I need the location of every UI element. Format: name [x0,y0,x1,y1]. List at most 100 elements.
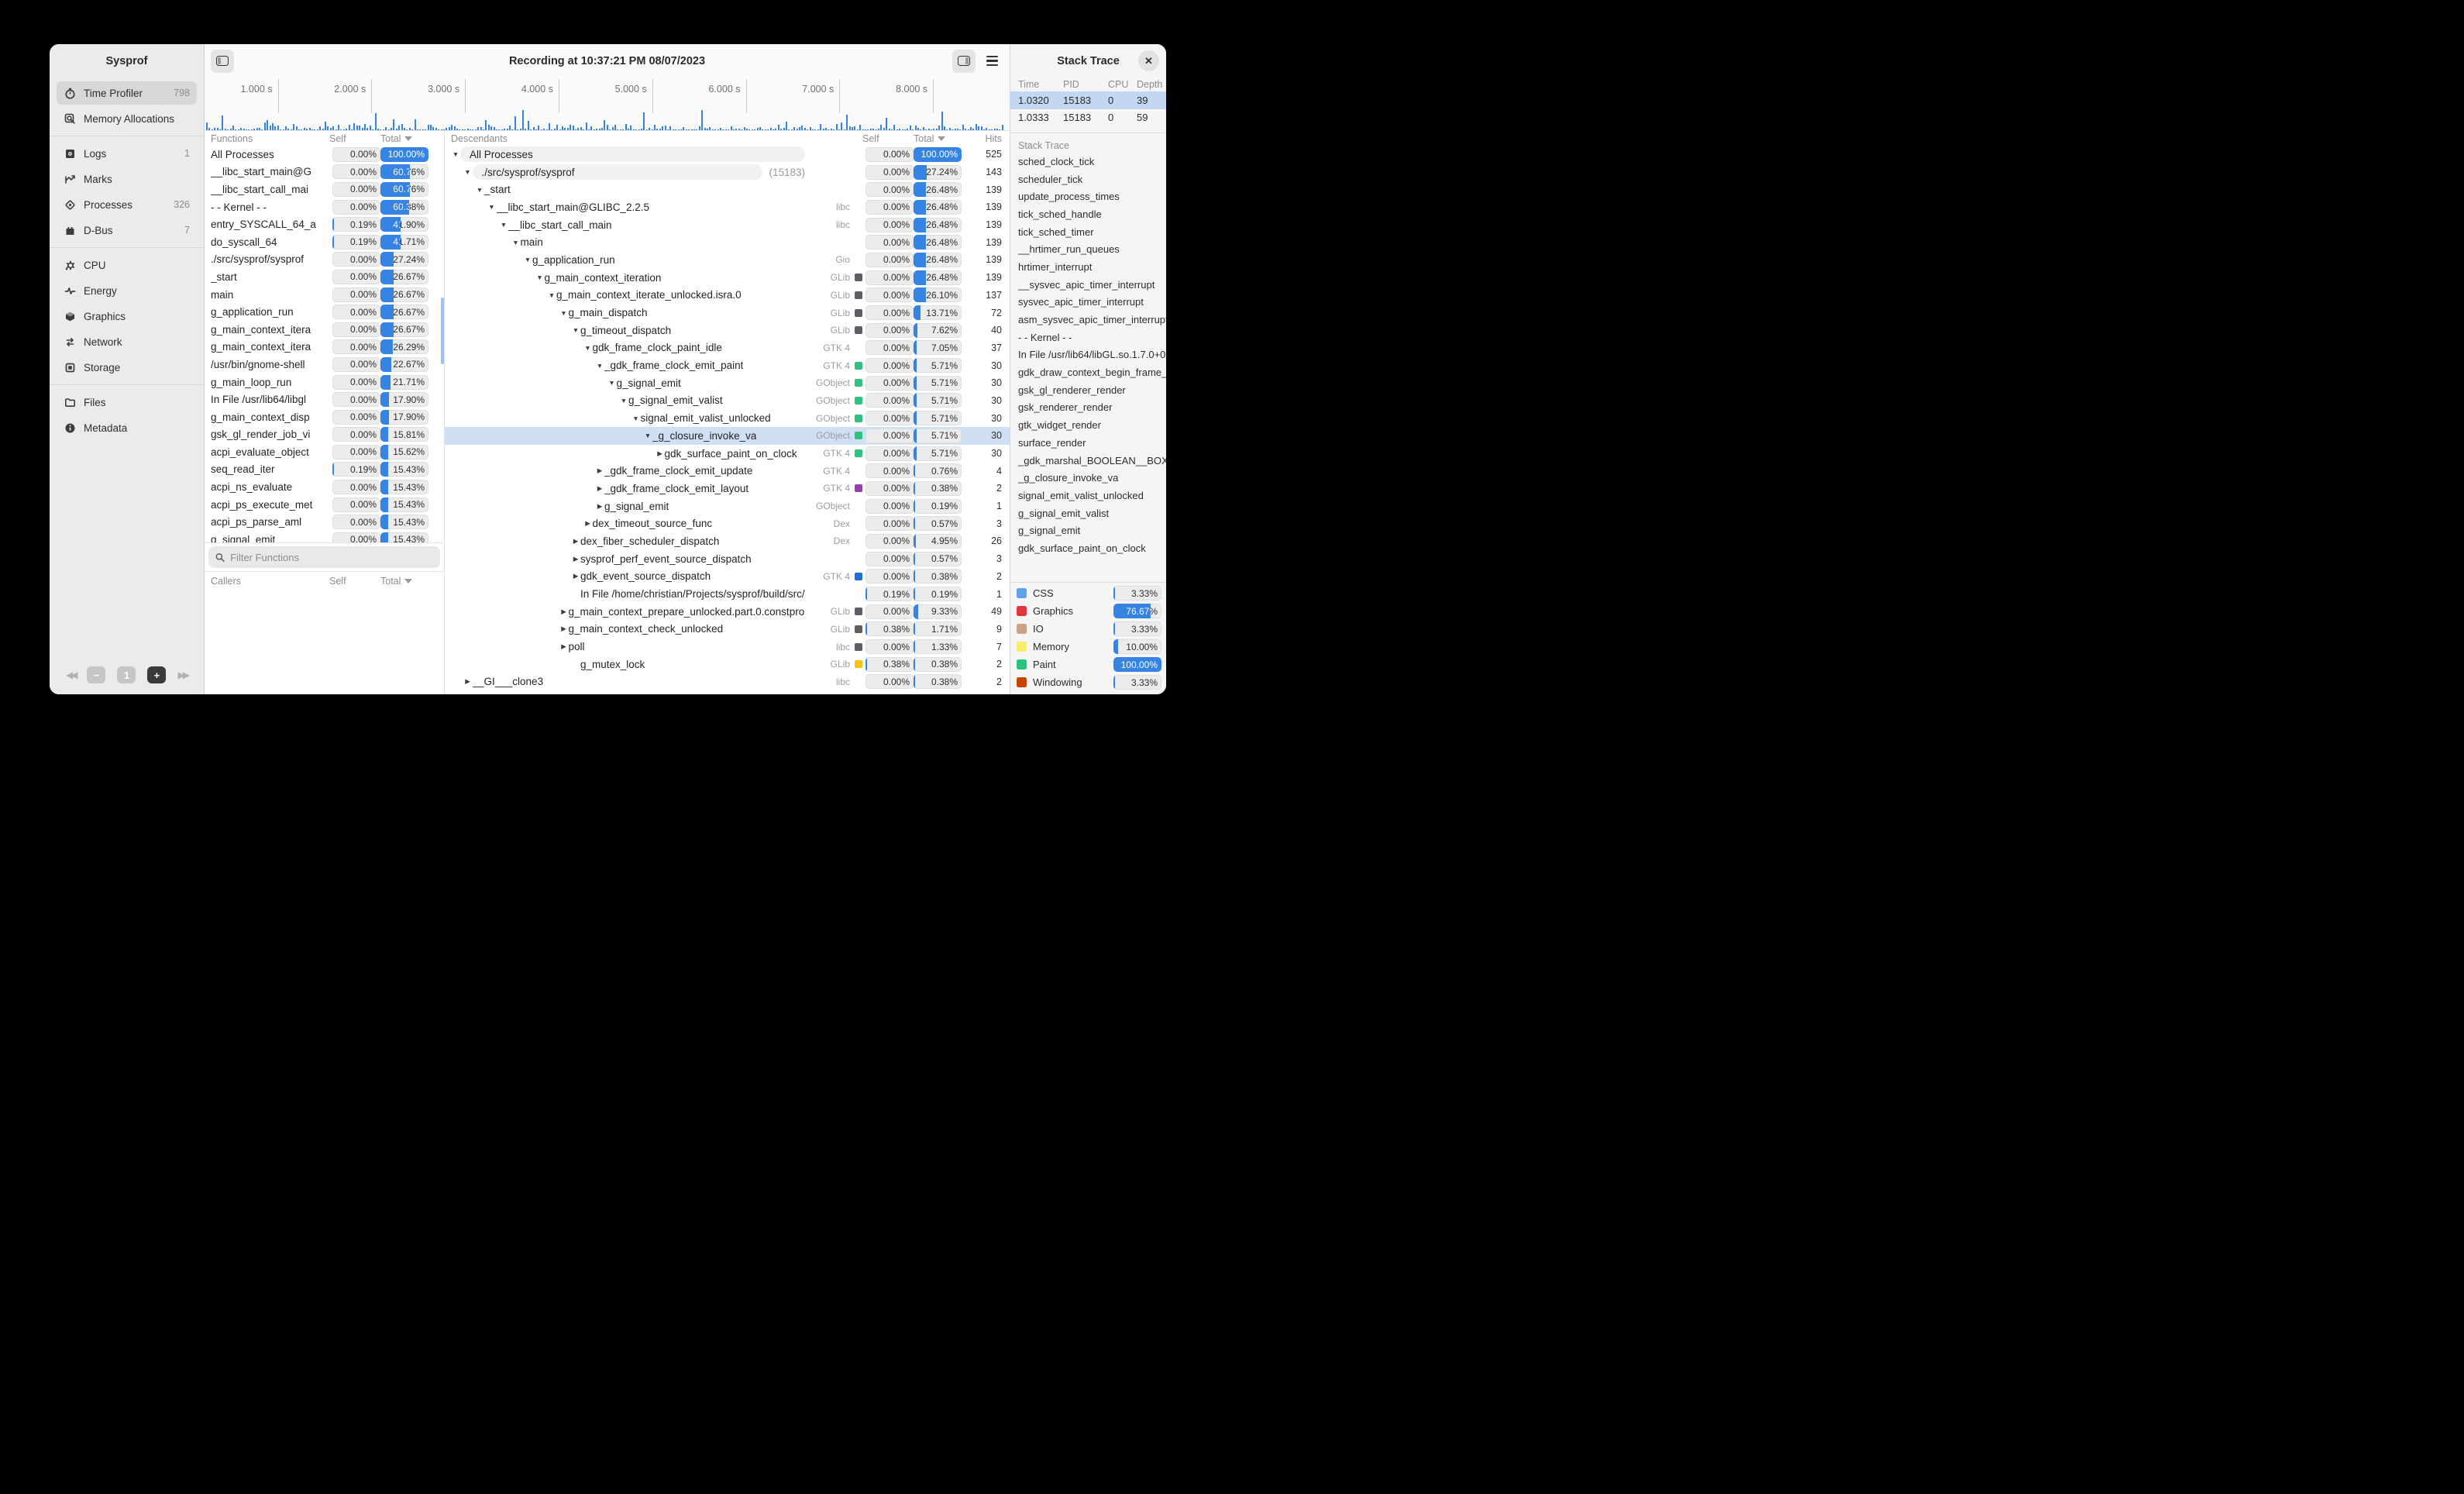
stack-frame[interactable]: scheduler_tick [1018,170,1166,188]
function-row[interactable]: seq_read_iter0.19%15.43%15.43% [205,461,444,479]
function-row[interactable]: - - Kernel - -0.00%60.38%60.38% [205,198,444,216]
descendant-row[interactable]: ▶sysprof_perf_event_source_dispatch0.00%… [445,550,1010,568]
stack-frame[interactable]: g_signal_emit_valist [1018,504,1166,522]
expand-icon[interactable]: ▶ [571,537,580,546]
legend-row-paint[interactable]: Paint100.00% [1017,656,1161,673]
stack-frame[interactable]: __hrtimer_run_queues [1018,240,1166,258]
sidebar-item-metadata[interactable]: Metadata [57,416,197,439]
sidebar-item-network[interactable]: Network [57,330,197,353]
function-row[interactable]: ./src/sysprof/sysprof0.00%27.24%27.24% [205,251,444,269]
sidebar-item-d-bus[interactable]: D-Bus7 [57,219,197,242]
function-row[interactable]: acpi_ns_evaluate0.00%15.43%15.43% [205,478,444,496]
descendant-row[interactable]: ▼./src/sysprof/sysprof(15183)0.00%27.24%… [445,164,1010,181]
sidebar-item-storage[interactable]: Storage [57,356,197,379]
stack-frame[interactable]: In File /usr/lib64/libGL.so.1.7.0+0x4b [1018,346,1166,364]
collapse-icon[interactable]: ▼ [607,379,617,387]
descendant-row[interactable]: ▶g_main_context_prepare_unlocked.part.0.… [445,603,1010,621]
sidebar-item-energy[interactable]: Energy [57,279,197,302]
descendants-total-column-header[interactable]: Total [914,133,971,144]
function-row[interactable]: __libc_start_main@G0.00%60.76%60.76% [205,164,444,181]
expand-icon[interactable]: ▶ [571,555,580,563]
sidebar-item-logs[interactable]: Logs1 [57,142,197,165]
zoom-out-button[interactable]: − [87,666,105,683]
collapse-icon[interactable]: ▼ [451,150,460,158]
function-row[interactable]: g_main_context_disp0.00%17.90%17.90% [205,408,444,426]
sidebar-item-graphics[interactable]: Graphics [57,305,197,328]
descendant-row[interactable]: ▼signal_emit_valist_unlockedGObject0.00%… [445,409,1010,427]
stack-frame[interactable]: sched_clock_tick [1018,153,1166,170]
expand-icon[interactable]: ▶ [595,466,604,475]
function-row[interactable]: g_main_context_itera0.00%26.29%26.29% [205,339,444,356]
function-row[interactable]: acpi_evaluate_object0.00%15.62%15.62% [205,443,444,461]
descendant-row[interactable]: ▼g_signal_emitGObject0.00%5.71%30 [445,374,1010,392]
function-row[interactable]: g_signal_emit0.00%15.43%15.43% [205,531,444,542]
function-row[interactable]: g_main_context_itera0.00%26.67%26.67% [205,321,444,339]
descendant-row[interactable]: ▼g_main_context_iterationGLib0.00%26.48%… [445,269,1010,287]
function-row[interactable]: g_application_run0.00%26.67%26.67% [205,303,444,321]
stack-frame[interactable]: update_process_times [1018,188,1166,205]
expand-icon[interactable]: ▶ [583,519,593,528]
function-row[interactable]: do_syscall_640.19%41.71%41.71% [205,233,444,251]
sidebar-item-memory-allocations[interactable]: Memory Allocations [57,107,197,130]
stack-frame[interactable]: - - Kernel - - [1018,329,1166,346]
function-row[interactable]: In File /usr/lib64/libgl0.00%17.90%17.90… [205,391,444,408]
expand-icon[interactable]: ▶ [559,625,569,633]
descendant-row[interactable]: ▼gdk_frame_clock_paint_idleGTK 40.00%7.0… [445,339,1010,357]
sidebar-item-marks[interactable]: Marks [57,167,197,191]
timeline[interactable]: 1.000 s2.000 s3.000 s4.000 s5.000 s6.000… [205,77,1010,130]
descendants-column-header[interactable]: Descendants [451,133,808,144]
total-column-header[interactable]: Total [380,133,438,144]
stack-frame[interactable]: sysvec_apic_timer_interrupt [1018,294,1166,312]
function-row[interactable]: acpi_ps_execute_met0.00%15.43%15.43% [205,496,444,514]
expand-icon[interactable]: ▶ [463,677,473,686]
callers-total-column-header[interactable]: Total [380,576,438,587]
callers-column-header[interactable]: Callers [211,576,329,587]
function-row[interactable]: _start0.00%26.67%26.67% [205,268,444,286]
collapse-icon[interactable]: ▼ [547,291,556,299]
stack-frame[interactable]: tick_sched_timer [1018,223,1166,241]
depth-column-header[interactable]: Depth [1137,79,1166,90]
stack-frame[interactable]: gsk_renderer_render [1018,399,1166,417]
collapse-icon[interactable]: ▼ [571,326,580,334]
descendant-row[interactable]: ▼g_timeout_dispatchGLib0.00%7.62%40 [445,322,1010,339]
callers-self-column-header[interactable]: Self [329,576,380,587]
descendant-row[interactable]: ▼All Processes0.00%100.00%525 [445,146,1010,164]
filter-functions-input[interactable] [208,546,440,568]
expand-icon[interactable]: ▶ [595,484,604,493]
descendant-row[interactable]: ▶g_signal_emitGObject0.00%0.19%1 [445,497,1010,515]
collapse-icon[interactable]: ▼ [523,256,532,263]
expand-icon[interactable]: ▶ [559,608,569,616]
descendant-row[interactable]: ▼_g_closure_invoke_vaGObject0.00%5.71%30 [445,427,1010,445]
descendant-row[interactable]: ▶dex_timeout_source_funcDex0.00%0.57%3 [445,515,1010,532]
close-panel-button[interactable]: ✕ [1138,50,1159,71]
descendant-row[interactable]: ▼main0.00%26.48%26.48%139 [445,233,1010,251]
collapse-icon[interactable]: ▼ [583,344,593,352]
descendant-row[interactable]: ▶__GI___clone3libc0.00%0.38%2 [445,673,1010,691]
expand-icon[interactable]: ▶ [595,502,604,511]
stack-frame[interactable]: gdk_surface_paint_on_clock [1018,539,1166,557]
function-row[interactable]: entry_SYSCALL_64_a0.19%41.90%41.90% [205,215,444,233]
descendant-row[interactable]: ▼_gdk_frame_clock_emit_paintGTK 40.00%5.… [445,356,1010,374]
function-row[interactable]: acpi_ps_parse_aml0.00%15.43%15.43% [205,513,444,531]
sidebar-item-processes[interactable]: Processes326 [57,193,197,216]
stack-frame[interactable]: g_signal_emit [1018,522,1166,539]
descendant-row[interactable]: ▶dex_fiber_scheduler_dispatchDex0.00%4.9… [445,532,1010,550]
stack-frame[interactable]: __sysvec_apic_timer_interrupt [1018,276,1166,294]
collapse-icon[interactable]: ▼ [619,397,628,404]
collapse-icon[interactable]: ▼ [595,362,604,370]
function-row[interactable]: g_main_loop_run0.00%21.71%21.71% [205,374,444,391]
legend-row-io[interactable]: IO3.33% [1017,620,1161,638]
filter-functions-field[interactable] [230,552,433,563]
stack-frame[interactable]: _gdk_marshal_BOOLEAN__BOXEDv [1018,452,1166,470]
stack-frame[interactable]: signal_emit_valist_unlocked [1018,487,1166,504]
toggle-right-panel-button[interactable] [952,50,976,73]
zoom-level-button[interactable]: 1 [117,666,136,683]
descendant-row[interactable]: ▶g_main_context_check_unlockedGLib0.38%1… [445,621,1010,639]
expand-icon[interactable]: ▶ [571,572,580,580]
descendant-row[interactable]: ▼__libc_start_call_mainlibc0.00%26.48%26… [445,216,1010,234]
collapse-icon[interactable]: ▼ [511,239,521,246]
stack-frame[interactable]: tick_sched_handle [1018,205,1166,223]
descendants-self-column-header[interactable]: Self [862,133,914,144]
stack-frame[interactable]: gsk_gl_renderer_render [1018,381,1166,399]
function-row[interactable]: main0.00%26.67%26.67% [205,286,444,304]
